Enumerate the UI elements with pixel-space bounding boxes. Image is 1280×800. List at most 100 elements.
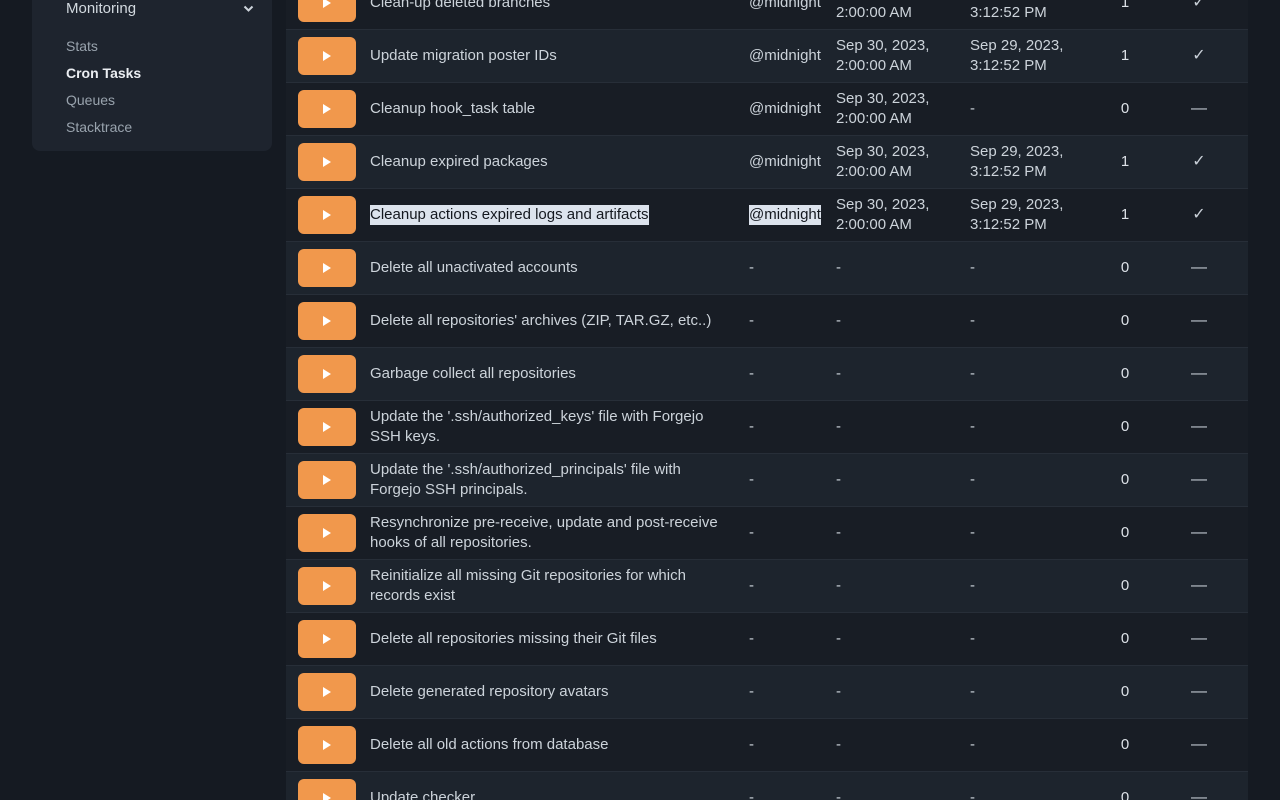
run-task-button[interactable] <box>298 779 356 800</box>
cron-task-row: Garbage collect all repositories - - - 0… <box>286 348 1248 401</box>
task-exec-count: 0 <box>1121 311 1129 331</box>
task-name: Update the '.ssh/authorized_principals' … <box>370 460 733 500</box>
play-icon <box>323 210 331 220</box>
task-previous-run: - <box>970 523 975 543</box>
run-task-button[interactable] <box>298 0 356 22</box>
task-exec-count: 0 <box>1121 576 1129 596</box>
run-task-button[interactable] <box>298 143 356 181</box>
task-next-run: Sep 30, 2023, 2:00:00 AM <box>836 89 929 129</box>
task-status-icon: — <box>1191 788 1207 800</box>
task-next-run: - <box>836 311 841 331</box>
cron-task-row: Cleanup expired packages @midnight Sep 3… <box>286 136 1248 189</box>
task-status-icon: — <box>1191 311 1207 331</box>
sidebar-section-monitoring[interactable]: Monitoring <box>66 0 256 20</box>
task-status-icon: — <box>1191 99 1207 119</box>
play-icon <box>323 263 331 273</box>
task-status-icon: — <box>1191 682 1207 702</box>
cron-task-row: Update the '.ssh/authorized_principals' … <box>286 454 1248 507</box>
task-exec-count: 1 <box>1121 0 1129 13</box>
task-next-run: - <box>836 258 841 278</box>
task-name: Garbage collect all repositories <box>370 364 576 384</box>
play-icon <box>323 475 331 485</box>
run-task-button[interactable] <box>298 673 356 711</box>
task-previous-run: - <box>970 576 975 596</box>
task-next-run: - <box>836 470 841 490</box>
sidebar-menu-items: Stats Cron Tasks Queues Stacktrace <box>66 32 256 140</box>
task-exec-count: 0 <box>1121 258 1129 278</box>
run-task-button[interactable] <box>298 726 356 764</box>
run-task-button[interactable] <box>298 461 356 499</box>
cron-tasks-table: Clean-up deleted branches @midnight Sep … <box>286 0 1248 800</box>
run-task-button[interactable] <box>298 408 356 446</box>
sidebar-item-cron-tasks[interactable]: Cron Tasks <box>66 59 256 86</box>
task-schedule: - <box>749 417 754 437</box>
task-schedule: - <box>749 682 754 702</box>
task-name: Delete all repositories missing their Gi… <box>370 629 657 649</box>
task-name: Reinitialize all missing Git repositorie… <box>370 566 733 606</box>
task-exec-count: 0 <box>1121 682 1129 702</box>
sidebar-item-stats[interactable]: Stats <box>66 32 256 59</box>
cron-task-row: Delete all unactivated accounts - - - 0 … <box>286 242 1248 295</box>
run-task-button[interactable] <box>298 196 356 234</box>
run-task-button[interactable] <box>298 249 356 287</box>
task-status-icon: — <box>1191 629 1207 649</box>
run-task-button[interactable] <box>298 90 356 128</box>
cron-task-row: Update migration poster IDs @midnight Se… <box>286 30 1248 83</box>
task-schedule: - <box>749 258 754 278</box>
run-task-button[interactable] <box>298 355 356 393</box>
play-icon <box>323 528 331 538</box>
sidebar-item-queues[interactable]: Queues <box>66 86 256 113</box>
task-schedule: - <box>749 364 754 384</box>
task-previous-run: Sep 29, 2023, 3:12:52 PM <box>970 0 1063 23</box>
run-task-button[interactable] <box>298 302 356 340</box>
task-previous-run: - <box>970 99 975 119</box>
sidebar-item-stacktrace[interactable]: Stacktrace <box>66 113 256 140</box>
task-schedule: @midnight <box>749 152 821 172</box>
task-schedule: @midnight <box>749 46 821 66</box>
play-icon <box>323 316 331 326</box>
play-icon <box>323 369 331 379</box>
task-previous-run: - <box>970 470 975 490</box>
chevron-down-icon[interactable] <box>241 1 256 16</box>
task-status-icon: — <box>1191 735 1207 755</box>
task-previous-run: - <box>970 364 975 384</box>
run-task-button[interactable] <box>298 514 356 552</box>
task-exec-count: 0 <box>1121 629 1129 649</box>
task-name: Cleanup hook_task table <box>370 99 535 119</box>
task-schedule: - <box>749 735 754 755</box>
sidebar-item-label: Stacktrace <box>66 119 132 135</box>
run-task-button[interactable] <box>298 567 356 605</box>
task-next-run: Sep 30, 2023, 2:00:00 AM <box>836 0 929 23</box>
task-exec-count: 0 <box>1121 523 1129 543</box>
task-status-icon: — <box>1191 258 1207 278</box>
task-status-icon: — <box>1191 417 1207 437</box>
cron-task-row: Delete generated repository avatars - - … <box>286 666 1248 719</box>
task-schedule: @midnight <box>749 205 821 225</box>
task-previous-run: - <box>970 258 975 278</box>
task-schedule: @midnight <box>749 99 821 119</box>
task-schedule: - <box>749 576 754 596</box>
task-exec-count: 0 <box>1121 417 1129 437</box>
task-name: Delete all repositories' archives (ZIP, … <box>370 311 711 331</box>
task-status-icon: — <box>1191 576 1207 596</box>
task-name: Cleanup expired packages <box>370 152 548 172</box>
task-status-icon: ✓ <box>1192 46 1205 66</box>
task-name: Resynchronize pre-receive, update and po… <box>370 513 733 553</box>
cron-task-row: Update the '.ssh/authorized_keys' file w… <box>286 401 1248 454</box>
task-exec-count: 0 <box>1121 470 1129 490</box>
sidebar-item-label: Cron Tasks <box>66 65 141 81</box>
play-icon <box>323 581 331 591</box>
task-schedule: - <box>749 788 754 800</box>
task-exec-count: 0 <box>1121 364 1129 384</box>
play-icon <box>323 793 331 800</box>
run-task-button[interactable] <box>298 37 356 75</box>
monitoring-sidebar: Monitoring Stats Cron Tasks Queues Stack… <box>32 0 272 151</box>
task-status-icon: — <box>1191 523 1207 543</box>
task-next-run: Sep 30, 2023, 2:00:00 AM <box>836 142 929 182</box>
admin-monitoring-page: Monitoring Stats Cron Tasks Queues Stack… <box>0 0 1280 800</box>
play-icon <box>323 422 331 432</box>
run-task-button[interactable] <box>298 620 356 658</box>
cron-task-row: Reinitialize all missing Git repositorie… <box>286 560 1248 613</box>
task-name: Delete all unactivated accounts <box>370 258 578 278</box>
task-name: Delete generated repository avatars <box>370 682 608 702</box>
